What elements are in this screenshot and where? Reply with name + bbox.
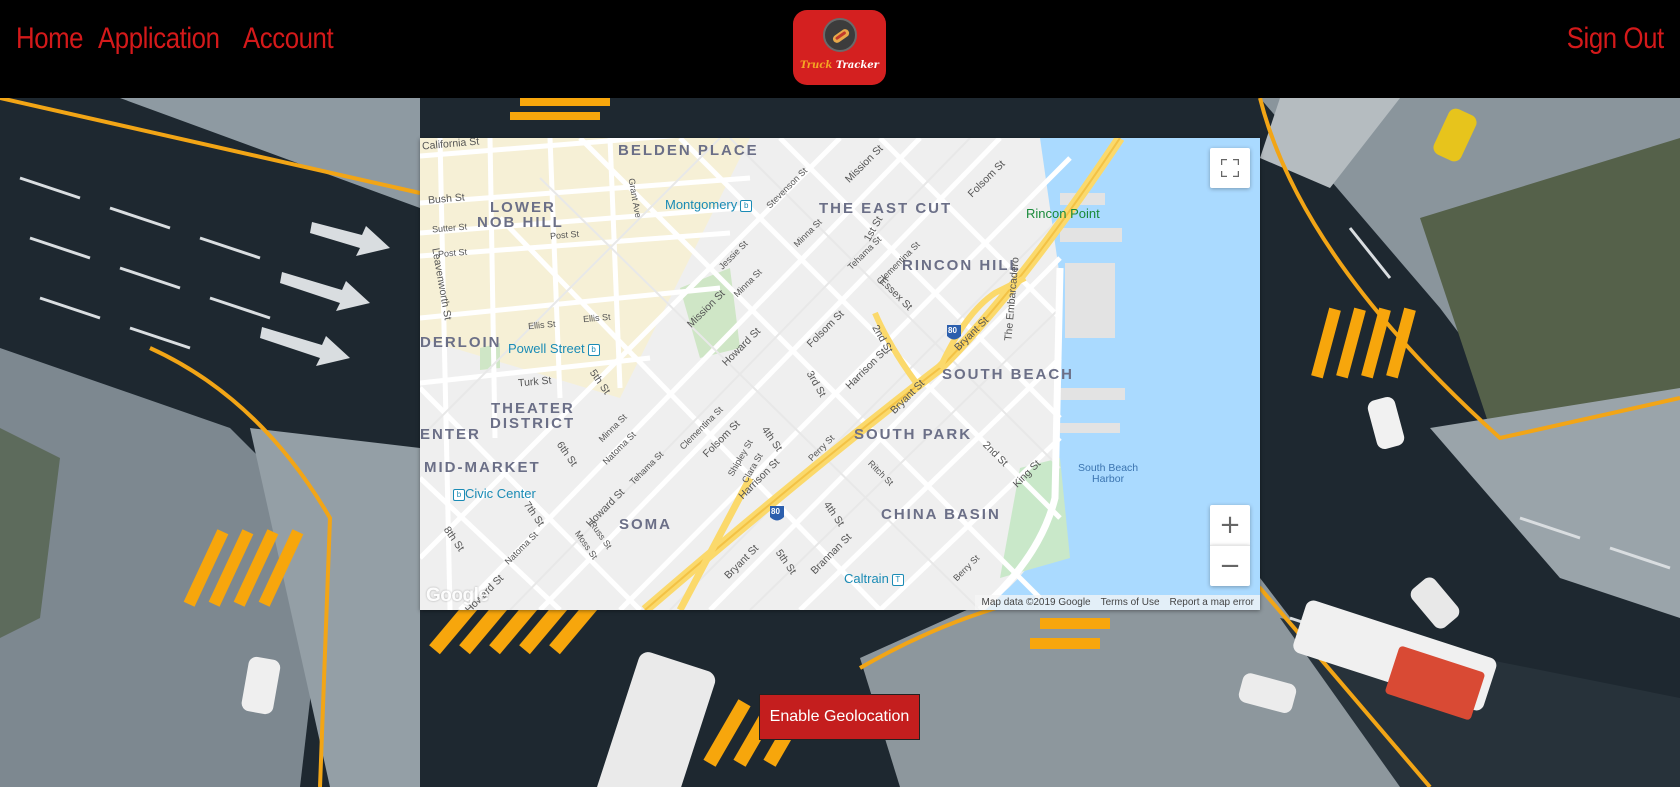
- main-nav: Home Application Account: [16, 22, 336, 56]
- logo-wordmark: Truck Tracker: [800, 60, 879, 71]
- sign-out-link[interactable]: Sign Out: [1567, 22, 1664, 56]
- map-place-rincon-point[interactable]: Rincon Point: [1026, 206, 1100, 221]
- google-map[interactable]: BELDEN PLACE LOWER NOB HILL THE EAST CUT…: [420, 138, 1260, 610]
- map-attribution: Map data ©2019 Google Terms of Use Repor…: [975, 595, 1260, 610]
- transit-station-icon: b: [740, 199, 753, 212]
- transit-station-icon: b: [587, 343, 600, 356]
- google-logo[interactable]: Google: [426, 585, 489, 607]
- report-map-error-link[interactable]: Report a map error: [1170, 597, 1254, 608]
- interstate-80-shield: 80: [948, 326, 957, 335]
- truck-tracker-logo[interactable]: Truck Tracker: [793, 10, 886, 85]
- nav-account-link[interactable]: Account: [243, 22, 334, 56]
- map-label-theater-district-2: DISTRICT: [490, 415, 576, 432]
- zoom-in-button[interactable]: +: [1210, 505, 1250, 545]
- terms-of-use-link[interactable]: Terms of Use: [1101, 597, 1160, 608]
- enable-geolocation-button[interactable]: Enable Geolocation: [759, 694, 920, 740]
- map-label-east-cut: THE EAST CUT: [819, 200, 953, 217]
- map-label-theater-district: THEATER: [491, 400, 575, 417]
- map-place-south-beach-harbor[interactable]: South Beach Harbor: [1078, 463, 1138, 485]
- map-label-south-beach: SOUTH BEACH: [942, 366, 1075, 383]
- map-place-montgomery[interactable]: Montgomery b: [665, 197, 753, 212]
- zoom-out-button[interactable]: −: [1210, 545, 1250, 586]
- fullscreen-button[interactable]: [1210, 148, 1250, 188]
- map-label-rincon-hill: RINCON HILL: [902, 257, 1021, 274]
- map-label-mid-market: MID-MARKET: [424, 459, 541, 476]
- map-label-lower-nob-hill: LOWER: [490, 199, 556, 216]
- nav-application-link[interactable]: Application: [98, 22, 220, 56]
- hotdog-icon: [823, 18, 857, 52]
- map-label-tenderloin: DERLOIN: [420, 334, 502, 351]
- train-station-icon: T: [891, 573, 904, 586]
- nav-home-link[interactable]: Home: [16, 22, 84, 56]
- map-data-notice: Map data ©2019 Google: [981, 597, 1091, 608]
- map-label-lower-nob-hill-2: NOB HILL: [477, 214, 564, 231]
- interstate-80-shield: 80: [771, 507, 780, 516]
- top-navigation-bar: Home Application Account Truck Tracker S…: [0, 0, 1680, 98]
- map-label-china-basin: CHINA BASIN: [881, 506, 1001, 523]
- map-label-belden-place: BELDEN PLACE: [618, 142, 759, 159]
- fullscreen-icon: [1221, 159, 1239, 177]
- transit-station-icon: b: [453, 488, 465, 501]
- map-label-soma: SOMA: [619, 516, 672, 533]
- map-label-south-park: SOUTH PARK: [854, 426, 973, 443]
- map-place-civic-center[interactable]: b Civic Center: [450, 486, 536, 501]
- map-place-powell-street[interactable]: Powell Street b: [508, 341, 600, 356]
- map-place-caltrain[interactable]: Caltrain T: [844, 571, 904, 586]
- map-label-center: ENTER: [420, 426, 481, 443]
